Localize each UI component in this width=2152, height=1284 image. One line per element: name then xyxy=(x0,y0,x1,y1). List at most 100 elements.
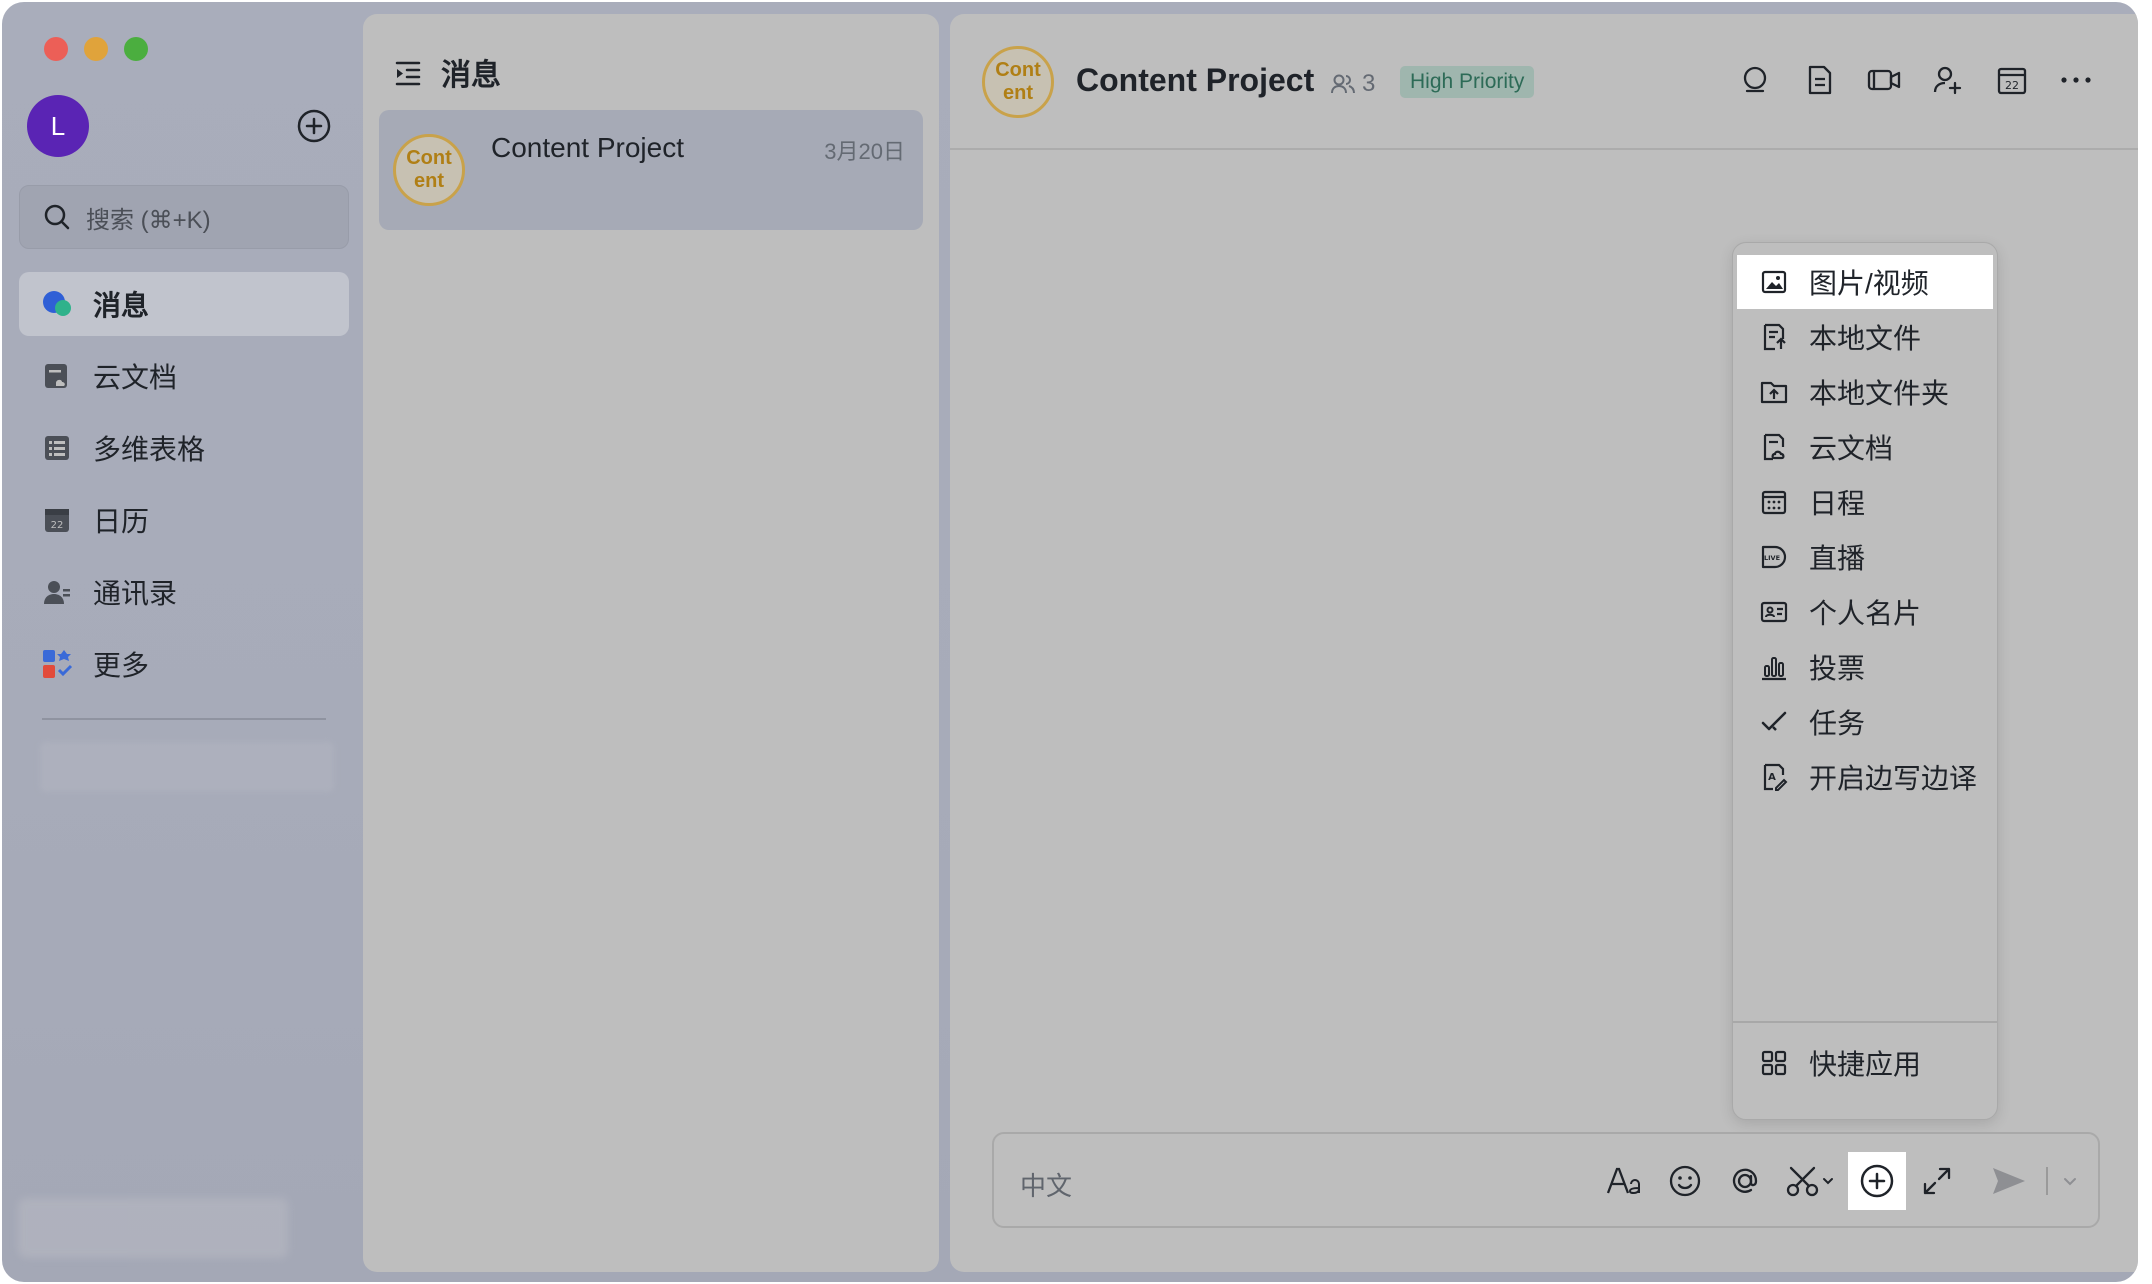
calendar-button[interactable]: 22 xyxy=(1990,58,2034,102)
app-window: L 搜索 (⌘+K) 消息 云文档 多维表格 22 日历 通讯录 更多 消息 C… xyxy=(2,2,2138,1282)
sidebar-item-base[interactable]: 多维表格 xyxy=(19,416,349,480)
menu-item-translate[interactable]: A 开启边写边译 xyxy=(1737,750,1993,804)
menu-item-label: 个人名片 xyxy=(1809,598,1922,629)
menu-item-quick-apps[interactable]: 快捷应用 xyxy=(1737,1036,1993,1090)
blurred-content xyxy=(18,1198,288,1258)
add-user-icon xyxy=(1933,66,1962,95)
add-member-button[interactable] xyxy=(1926,58,1970,102)
message-input-placeholder: 中文 xyxy=(1020,1171,1073,1201)
task-icon xyxy=(1759,707,1789,737)
text-format-icon xyxy=(1606,1167,1640,1195)
mention-button[interactable] xyxy=(1716,1152,1774,1210)
send-button[interactable] xyxy=(1980,1152,2038,1210)
menu-item-label: 云文档 xyxy=(1809,433,1894,464)
menu-item-label: 日程 xyxy=(1809,488,1866,519)
send-options-button[interactable] xyxy=(2058,1152,2082,1210)
svg-text:LIVE: LIVE xyxy=(1764,554,1780,562)
local-file-icon xyxy=(1759,322,1789,352)
translate-icon: A xyxy=(1759,762,1789,792)
sidebar-item-more[interactable]: 更多 xyxy=(19,632,349,696)
menu-item-vote[interactable]: 投票 xyxy=(1737,640,1993,694)
menu-item-label: 任务 xyxy=(1809,708,1866,739)
search-chat-button[interactable] xyxy=(1734,58,1778,102)
search-icon xyxy=(1743,66,1767,93)
messages-icon xyxy=(41,288,73,320)
group-avatar[interactable]: Cont ent xyxy=(982,46,1054,118)
plus-circle-icon xyxy=(1860,1164,1894,1198)
search-placeholder: 搜索 (⌘+K) xyxy=(86,206,211,234)
menu-item-image-video[interactable]: 图片/视频 xyxy=(1737,255,1993,309)
send-icon xyxy=(1993,1168,2025,1194)
minimize-window-button[interactable] xyxy=(84,37,108,61)
screenshot-button[interactable] xyxy=(1776,1152,1846,1210)
local-folder-icon xyxy=(1759,377,1789,407)
menu-item-contact-card[interactable]: 个人名片 xyxy=(1737,585,1993,639)
expand-icon xyxy=(1923,1167,1951,1195)
conversation-list-header: 消息 xyxy=(393,50,501,94)
menu-item-label: 开启边写边译 xyxy=(1809,763,1978,794)
vote-icon xyxy=(1759,652,1789,682)
sidebar-item-calendar[interactable]: 22 日历 xyxy=(19,488,349,552)
smile-icon xyxy=(1669,1165,1701,1197)
group-avatar: Cont ent xyxy=(393,134,465,206)
text-format-button[interactable] xyxy=(1596,1152,1654,1210)
menu-item-local-folder[interactable]: 本地文件夹 xyxy=(1737,365,1993,419)
conversation-list-title: 消息 xyxy=(441,59,501,92)
search-input[interactable]: 搜索 (⌘+K) xyxy=(19,185,349,249)
sidebar-item-label: 多维表格 xyxy=(93,434,206,465)
menu-item-live[interactable]: LIVE 直播 xyxy=(1737,530,1993,584)
new-item-button[interactable] xyxy=(296,108,332,144)
chat-title[interactable]: Content Project xyxy=(1076,62,1314,99)
sidebar-item-label: 云文档 xyxy=(93,362,178,393)
user-avatar[interactable]: L xyxy=(27,95,89,157)
cloud-docs-icon xyxy=(41,360,73,392)
docs-button[interactable] xyxy=(1798,58,1842,102)
svg-text:A: A xyxy=(1768,772,1776,783)
emoji-button[interactable] xyxy=(1656,1152,1714,1210)
image-video-icon xyxy=(1759,267,1789,297)
menu-item-local-file[interactable]: 本地文件 xyxy=(1737,310,1993,364)
scissors-icon xyxy=(1786,1166,1833,1197)
menu-item-label: 直播 xyxy=(1809,543,1866,574)
sidebar-item-contacts[interactable]: 通讯录 xyxy=(19,560,349,624)
attachment-menu: 图片/视频 本地文件 本地文件夹 云文档 日程 LIVE 直播 个人名片 投票 xyxy=(1732,242,1998,1120)
svg-text:22: 22 xyxy=(2005,79,2019,92)
blurred-content xyxy=(40,742,334,792)
cloud-doc-icon xyxy=(1759,432,1789,462)
priority-tag: High Priority xyxy=(1400,66,1535,98)
member-count[interactable]: 3 xyxy=(1330,70,1375,98)
video-call-button[interactable] xyxy=(1862,58,1906,102)
maximize-window-button[interactable] xyxy=(124,37,148,61)
contact-card-icon xyxy=(1759,597,1789,627)
conversation-name: Content Project xyxy=(491,132,684,163)
menu-item-schedule[interactable]: 日程 xyxy=(1737,475,1993,529)
plus-circle-icon xyxy=(297,109,331,143)
menu-item-task[interactable]: 任务 xyxy=(1737,695,1993,749)
more-apps-icon xyxy=(41,648,73,680)
menu-divider xyxy=(1733,1021,1997,1023)
chat-header: Content Content Project 3 High Priority xyxy=(950,14,2138,150)
more-options-button[interactable] xyxy=(2054,58,2098,102)
conversation-date: 3月20日 xyxy=(824,139,905,164)
conversation-item[interactable]: Cont ent Content Project 3月20日 xyxy=(379,110,923,230)
base-table-icon xyxy=(41,432,73,464)
message-input[interactable]: 中文 xyxy=(992,1132,2100,1228)
more-horizontal-icon xyxy=(2061,77,2091,83)
menu-item-label: 本地文件 xyxy=(1809,323,1922,354)
sidebar-item-cloud-docs[interactable]: 云文档 xyxy=(19,344,349,408)
calendar-icon: 22 xyxy=(1997,67,2027,95)
expand-editor-button[interactable] xyxy=(1908,1152,1966,1210)
send-divider xyxy=(2046,1167,2048,1195)
chevron-down-icon xyxy=(2064,1178,2076,1186)
search-icon xyxy=(44,204,70,230)
live-icon: LIVE xyxy=(1759,542,1789,572)
collapse-sidebar-icon[interactable] xyxy=(393,57,423,87)
sidebar-divider xyxy=(42,718,326,720)
menu-item-cloud-doc[interactable]: 云文档 xyxy=(1737,420,1993,474)
add-attachment-button[interactable] xyxy=(1848,1152,1906,1210)
sidebar-item-label: 通讯录 xyxy=(93,578,178,609)
close-window-button[interactable] xyxy=(44,37,68,61)
input-toolbar xyxy=(1594,1152,2082,1210)
menu-item-label: 本地文件夹 xyxy=(1809,378,1950,409)
sidebar-item-messages[interactable]: 消息 xyxy=(19,272,349,336)
